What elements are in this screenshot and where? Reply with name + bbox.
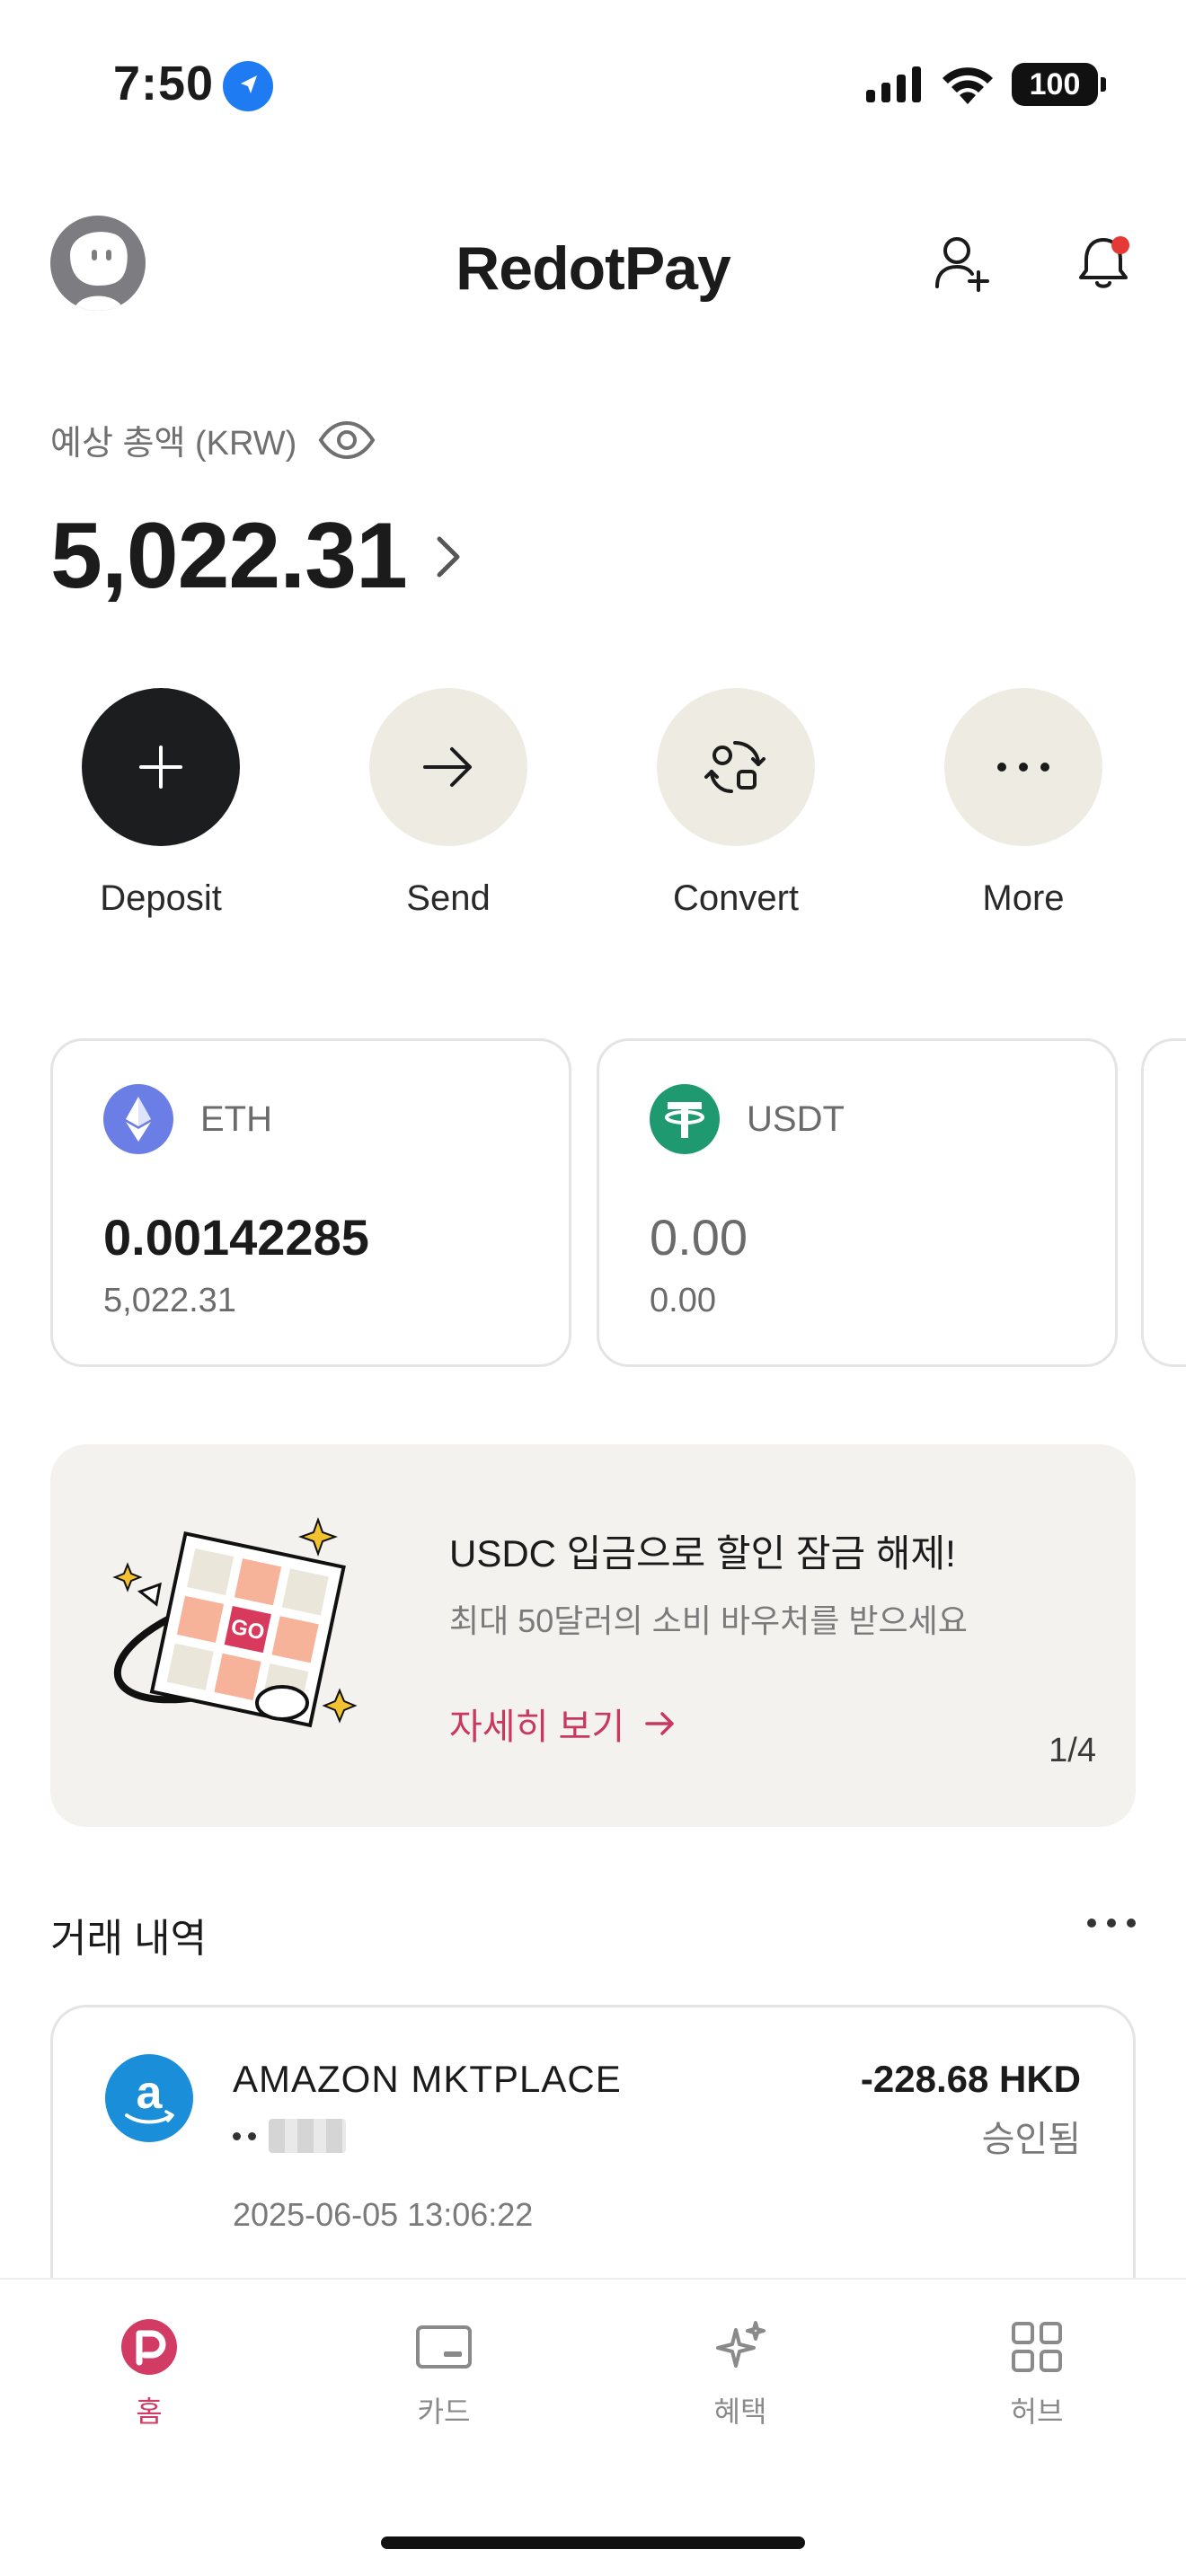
banner-page-indicator: 1/4	[1049, 1732, 1096, 1769]
tab-card[interactable]: 카드	[354, 2316, 534, 2430]
tab-benefits-label: 혜택	[713, 2395, 767, 2428]
deposit-button[interactable]: Deposit	[53, 688, 269, 919]
sparkle-icon	[716, 2321, 766, 2368]
more-icon	[997, 763, 1049, 772]
balance-value: 5,022.31	[50, 504, 408, 608]
status-indicators: 100	[866, 63, 1106, 106]
convert-button[interactable]: Convert	[628, 688, 844, 919]
battery-icon: 100	[1012, 63, 1106, 106]
add-contact-button[interactable]	[927, 226, 999, 298]
quick-actions: Deposit Send Convert More	[0, 688, 1186, 931]
svg-text:a: a	[137, 2067, 164, 2119]
balance-row[interactable]: 5,022.31	[50, 503, 465, 610]
banner-subtitle: 최대 50달러의 소비 바우처를 받으세요	[449, 1602, 968, 1639]
banner-details-link[interactable]: 자세히 보기	[449, 1698, 677, 1750]
asset-card-next[interactable]	[1141, 1038, 1186, 1367]
usdt-icon	[650, 1084, 720, 1154]
tab-home[interactable]: 홈	[59, 2316, 239, 2430]
more-button[interactable]: More	[916, 688, 1131, 919]
grid-icon	[1012, 2322, 1062, 2372]
card-icon	[416, 2325, 472, 2369]
tab-hub-label: 허브	[1010, 2395, 1064, 2428]
add-user-icon	[935, 237, 989, 292]
plus-icon	[139, 745, 182, 789]
asset-fiat-value: 0.00	[650, 1282, 716, 1319]
chevron-right-icon	[437, 536, 460, 577]
transaction-merchant: AMAZON MKTPLACE	[233, 2058, 622, 2100]
wifi-icon	[943, 67, 993, 104]
bottom-tab-bar: 홈 카드 혜택 허브	[0, 2278, 1186, 2576]
transactions-header: 거래 내역	[50, 1901, 1136, 1965]
transaction-amount: -228.68 HKD	[860, 2058, 1081, 2100]
transaction-status: 승인됨	[981, 2120, 1081, 2159]
balance-label: 예상 총액 (KRW)	[50, 425, 297, 463]
more-label: More	[982, 878, 1065, 918]
send-label: Send	[406, 878, 491, 918]
transaction-date: 2025-06-05 13:06:22	[233, 2196, 534, 2233]
app-header: RedotPay	[0, 207, 1186, 314]
eye-icon[interactable]	[318, 420, 376, 460]
bell-icon	[1079, 236, 1129, 288]
eth-icon	[103, 1084, 173, 1154]
asset-amount: 0.00142285	[103, 1209, 369, 1266]
location-icon	[223, 61, 273, 111]
convert-icon	[704, 741, 766, 793]
asset-card-eth[interactable]: ETH 0.00142285 5,022.31	[50, 1038, 571, 1367]
tab-hub[interactable]: 허브	[947, 2316, 1127, 2430]
asset-symbol: USDT	[747, 1098, 845, 1139]
convert-label: Convert	[672, 878, 800, 918]
app-logo: RedotPay	[456, 234, 731, 303]
tab-benefits[interactable]: 혜택	[651, 2316, 830, 2430]
send-button[interactable]: Send	[341, 688, 556, 919]
amazon-icon: a	[105, 2054, 193, 2142]
transactions-title: 거래 내역	[50, 1917, 208, 1961]
banner-title: USDC 입금으로 할인 잠금 해제!	[449, 1532, 956, 1575]
deposit-label: Deposit	[100, 878, 222, 918]
asset-fiat-value: 5,022.31	[103, 1282, 236, 1319]
balance-label-row: 예상 총액 (KRW)	[50, 415, 376, 464]
home-icon	[121, 2319, 177, 2375]
status-bar: 7:50 100	[0, 0, 1186, 171]
notifications-button[interactable]	[1067, 226, 1139, 298]
arrow-right-icon	[645, 1712, 674, 1735]
transactions-more-icon[interactable]	[1087, 1919, 1136, 1928]
tab-card-label: 카드	[417, 2395, 471, 2428]
arrow-right-icon	[423, 747, 472, 787]
asset-amount: 0.00	[650, 1209, 748, 1266]
asset-symbol: ETH	[200, 1098, 272, 1139]
status-time: 7:50	[113, 57, 215, 110]
masked-card-number	[233, 2119, 346, 2153]
asset-card-usdt[interactable]: USDT 0.00 0.00	[597, 1038, 1118, 1367]
tab-home-label: 홈	[136, 2395, 163, 2428]
promo-banner[interactable]: GO USDC 입금으로 할인 잠금 해제! 최대 50달러의 소비 바우처를 …	[50, 1444, 1136, 1827]
promo-illustration: GO	[112, 1517, 358, 1728]
banner-link-label: 자세히 보기	[449, 1707, 625, 1747]
home-indicator	[381, 2536, 805, 2549]
signal-icon	[866, 66, 921, 102]
